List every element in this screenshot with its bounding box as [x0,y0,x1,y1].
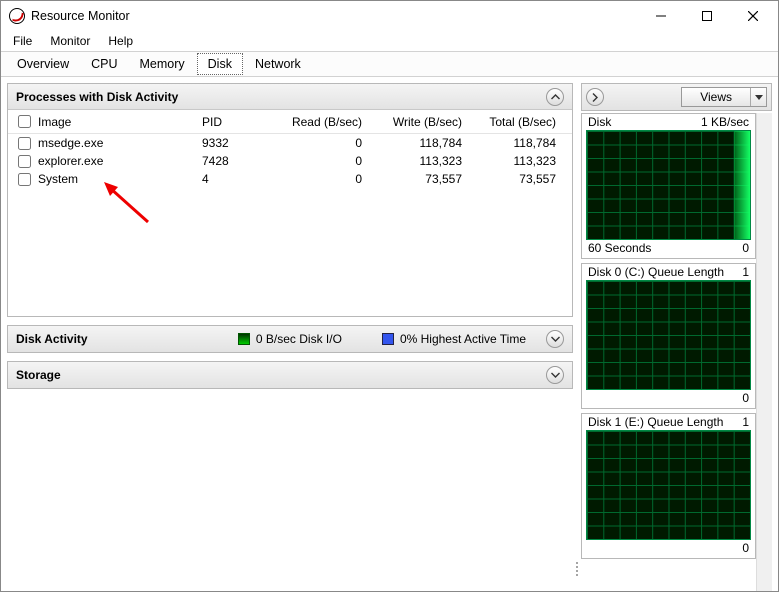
cell-image: explorer.exe [38,154,198,168]
panel-processes-header[interactable]: Processes with Disk Activity [8,84,572,110]
graph-canvas [586,130,751,240]
title-bar: Resource Monitor [1,1,778,31]
col-image[interactable]: Image [38,115,198,129]
views-button[interactable]: Views [681,87,767,107]
disk-io-stat: 0 B/sec Disk I/O [238,332,342,346]
tab-overview[interactable]: Overview [7,54,79,74]
panel-disk-activity-title: Disk Activity [16,332,88,346]
row-checkbox[interactable] [18,137,31,150]
cell-pid: 4 [202,172,262,186]
annotation-arrow-icon [102,182,150,224]
blue-swatch-icon [382,333,394,345]
table-row[interactable]: msedge.exe 9332 0 118,784 118,784 [8,134,572,152]
tab-disk[interactable]: Disk [197,53,243,75]
graph-canvas [586,280,751,390]
tab-memory[interactable]: Memory [130,54,195,74]
maximize-button[interactable] [684,1,730,31]
chevron-up-icon[interactable] [546,88,564,106]
window-title: Resource Monitor [31,9,130,23]
panel-processes-title: Processes with Disk Activity [16,90,178,104]
tab-bar: Overview CPU Memory Disk Network [1,51,778,77]
graph-disk0-queue: Disk 0 (C:) Queue Length 1 0 [581,263,756,409]
col-total[interactable]: Total (B/sec) [466,115,562,129]
close-button[interactable] [730,1,776,31]
graph-foot-right: 0 [742,241,749,255]
scrollbar[interactable] [756,113,772,591]
table-row[interactable]: explorer.exe 7428 0 113,323 113,323 [8,152,572,170]
graph-title-right: 1 [742,415,749,429]
graph-title-left: Disk [588,115,611,129]
cell-read: 0 [266,154,362,168]
panel-storage: Storage [7,361,573,389]
minimize-button[interactable] [638,1,684,31]
chevron-down-icon[interactable] [546,366,564,384]
graph-activity-icon [734,131,750,239]
menu-bar: File Monitor Help [1,31,778,51]
dropdown-arrow-icon[interactable] [750,88,766,106]
graph-foot-left: 60 Seconds [588,241,651,255]
panel-storage-header[interactable]: Storage [8,362,572,388]
graph-title-left: Disk 1 (E:) Queue Length [588,415,723,429]
graph-foot-right: 0 [742,391,749,405]
views-label: Views [682,90,750,104]
col-pid[interactable]: PID [202,115,262,129]
tab-network[interactable]: Network [245,54,311,74]
cell-image: msedge.exe [38,136,198,150]
highest-active-stat: 0% Highest Active Time [382,332,526,346]
cell-pid: 9332 [202,136,262,150]
row-checkbox[interactable] [18,155,31,168]
table-row[interactable]: System 4 0 73,557 73,557 [8,170,572,188]
graph-disk: Disk 1 KB/sec 60 Seconds 0 [581,113,756,259]
cell-total: 118,784 [466,136,562,150]
processes-table-body: msedge.exe 9332 0 118,784 118,784 explor… [8,134,572,316]
chevron-down-icon[interactable] [546,330,564,348]
tab-cpu[interactable]: CPU [81,54,127,74]
highest-active-label: 0% Highest Active Time [400,332,526,346]
graph-title-right: 1 KB/sec [701,115,749,129]
panel-storage-title: Storage [16,368,61,382]
splitter[interactable] [573,77,581,591]
col-read[interactable]: Read (B/sec) [266,115,362,129]
graph-foot-right: 0 [742,541,749,555]
chevron-right-icon[interactable] [586,88,604,106]
panel-disk-activity: Disk Activity 0 B/sec Disk I/O 0% Highes… [7,325,573,353]
panel-processes: Processes with Disk Activity Image PID R… [7,83,573,317]
col-write[interactable]: Write (B/sec) [366,115,462,129]
cell-read: 0 [266,136,362,150]
cell-write: 73,557 [366,172,462,186]
menu-monitor[interactable]: Monitor [42,32,98,50]
app-icon [9,8,25,24]
cell-read: 0 [266,172,362,186]
cell-pid: 7428 [202,154,262,168]
graph-title-right: 1 [742,265,749,279]
panel-disk-activity-header[interactable]: Disk Activity 0 B/sec Disk I/O 0% Highes… [8,326,572,352]
cell-image: System [38,172,198,186]
graph-canvas [586,430,751,540]
graph-disk1-queue: Disk 1 (E:) Queue Length 1 0 [581,413,756,559]
disk-io-label: 0 B/sec Disk I/O [256,332,342,346]
cell-write: 118,784 [366,136,462,150]
green-swatch-icon [238,333,250,345]
graph-title-left: Disk 0 (C:) Queue Length [588,265,724,279]
cell-total: 73,557 [466,172,562,186]
side-panel-header: Views [581,83,772,111]
menu-file[interactable]: File [5,32,40,50]
menu-help[interactable]: Help [100,32,141,50]
row-checkbox[interactable] [18,173,31,186]
processes-table-header: Image PID Read (B/sec) Write (B/sec) Tot… [8,110,572,134]
select-all-checkbox[interactable] [18,115,31,128]
cell-total: 113,323 [466,154,562,168]
cell-write: 113,323 [366,154,462,168]
